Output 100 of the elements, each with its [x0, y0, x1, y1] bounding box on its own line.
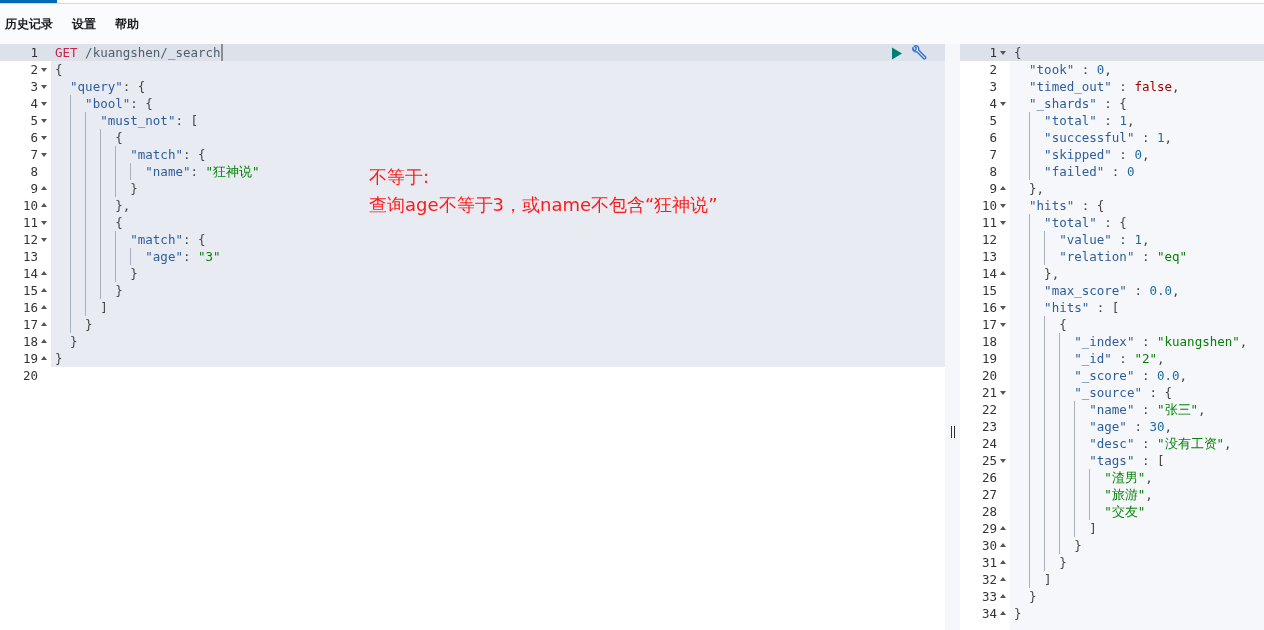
fold-icon[interactable]	[41, 238, 47, 242]
line-number: 16	[22, 299, 38, 316]
line-number: 8	[30, 163, 38, 180]
line-number: 4	[30, 95, 38, 112]
fold-icon[interactable]	[1000, 102, 1006, 106]
fold-icon[interactable]	[1000, 271, 1006, 275]
fold-icon[interactable]	[1000, 323, 1006, 327]
line-number: 23	[981, 418, 997, 435]
line-number: 20	[981, 367, 997, 384]
fold-icon[interactable]	[1000, 306, 1006, 310]
code-line: {	[55, 61, 63, 78]
menu-item[interactable]: 帮助	[115, 15, 139, 33]
line-number: 30	[981, 537, 997, 554]
fold-icon[interactable]	[41, 85, 47, 89]
line-number: 18	[981, 333, 997, 350]
fold-icon[interactable]	[1000, 594, 1006, 598]
line-number: 6	[989, 129, 997, 146]
line-number: 33	[981, 588, 997, 605]
code-line: }	[84, 316, 93, 333]
menu-item[interactable]: 历史记录	[5, 15, 53, 33]
fold-icon[interactable]	[41, 339, 47, 343]
fold-icon[interactable]	[41, 271, 47, 275]
code-line: "name" : "张三",	[1088, 401, 1206, 418]
code-line: },	[114, 197, 131, 214]
fold-icon[interactable]	[41, 288, 47, 292]
code-line: "hits" : [	[1043, 299, 1120, 316]
line-number: 34	[981, 605, 997, 622]
fold-icon[interactable]	[1000, 577, 1006, 581]
code-line: "total" : 1,	[1043, 112, 1135, 129]
fold-icon[interactable]	[41, 221, 47, 225]
code-line: "relation" : "eq"	[1058, 248, 1188, 265]
fold-icon[interactable]	[41, 305, 47, 309]
code-line: "hits" : {	[1028, 197, 1105, 214]
code-line: {	[114, 214, 123, 231]
code-line: "_source" : {	[1073, 384, 1173, 401]
line-number: 8	[989, 163, 997, 180]
fold-icon[interactable]	[1000, 526, 1006, 530]
line-number: 11	[22, 214, 38, 231]
code-line: }	[1028, 588, 1037, 605]
code-line: "旅游",	[1103, 486, 1153, 503]
resize-handle[interactable]	[951, 426, 955, 438]
annotation-text: 查询age不等于3，或name不包含“狂神说”	[369, 193, 718, 217]
code-line: },	[1028, 180, 1045, 197]
play-icon[interactable]	[891, 47, 903, 60]
line-number: 10	[22, 197, 38, 214]
line-number: 12	[981, 231, 997, 248]
line-number: 29	[981, 520, 997, 537]
line-number: 20	[22, 367, 38, 384]
code-line: GET /kuangshen/_search	[55, 44, 221, 61]
fold-icon[interactable]	[41, 102, 47, 106]
code-line: }	[69, 333, 78, 350]
line-number: 19	[22, 350, 38, 367]
line-number: 3	[30, 78, 38, 95]
fold-icon[interactable]	[1000, 391, 1006, 395]
fold-icon[interactable]	[41, 68, 47, 72]
code-line: "skipped" : 0,	[1043, 146, 1150, 163]
fold-icon[interactable]	[1000, 51, 1006, 55]
fold-icon[interactable]	[1000, 459, 1006, 463]
line-number: 13	[981, 248, 997, 265]
fold-icon[interactable]	[41, 203, 47, 207]
code-line: "_shards" : {	[1028, 95, 1127, 112]
code-line: },	[1043, 265, 1060, 282]
line-number: 14	[981, 265, 997, 282]
fold-icon[interactable]	[41, 119, 47, 123]
code-line: ]	[1088, 520, 1097, 537]
line-number: 2	[989, 61, 997, 78]
line-number: 9	[30, 180, 38, 197]
fold-icon[interactable]	[41, 136, 47, 140]
line-number: 6	[30, 129, 38, 146]
code-line: }	[1058, 554, 1067, 571]
code-line: "failed" : 0	[1043, 163, 1135, 180]
line-number: 17	[981, 316, 997, 333]
code-line: "desc" : "没有工资",	[1088, 435, 1232, 452]
line-number: 11	[981, 214, 997, 231]
code-line: "took" : 0,	[1028, 61, 1112, 78]
text-cursor	[220, 44, 223, 61]
fold-icon[interactable]	[1000, 611, 1006, 615]
code-line: }	[1014, 605, 1022, 622]
line-number: 12	[22, 231, 38, 248]
code-line: }	[55, 350, 63, 367]
line-number: 25	[981, 452, 997, 469]
fold-icon[interactable]	[1000, 543, 1006, 547]
fold-icon[interactable]	[1000, 560, 1006, 564]
line-number: 4	[989, 95, 997, 112]
code-line: "query": {	[69, 78, 146, 95]
fold-icon[interactable]	[1000, 221, 1006, 225]
fold-icon[interactable]	[41, 153, 47, 157]
menu-item[interactable]: 设置	[72, 15, 96, 33]
wrench-icon[interactable]	[910, 45, 927, 62]
fold-icon[interactable]	[41, 322, 47, 326]
line-number: 5	[989, 112, 997, 129]
line-number: 26	[981, 469, 997, 486]
fold-icon[interactable]	[1000, 186, 1006, 190]
line-number: 19	[981, 350, 997, 367]
code-line: "name": "狂神说"	[144, 163, 260, 180]
fold-icon[interactable]	[1000, 204, 1006, 208]
line-number: 2	[30, 61, 38, 78]
code-line: {	[1058, 316, 1067, 333]
fold-icon[interactable]	[41, 356, 47, 360]
fold-icon[interactable]	[41, 186, 47, 190]
